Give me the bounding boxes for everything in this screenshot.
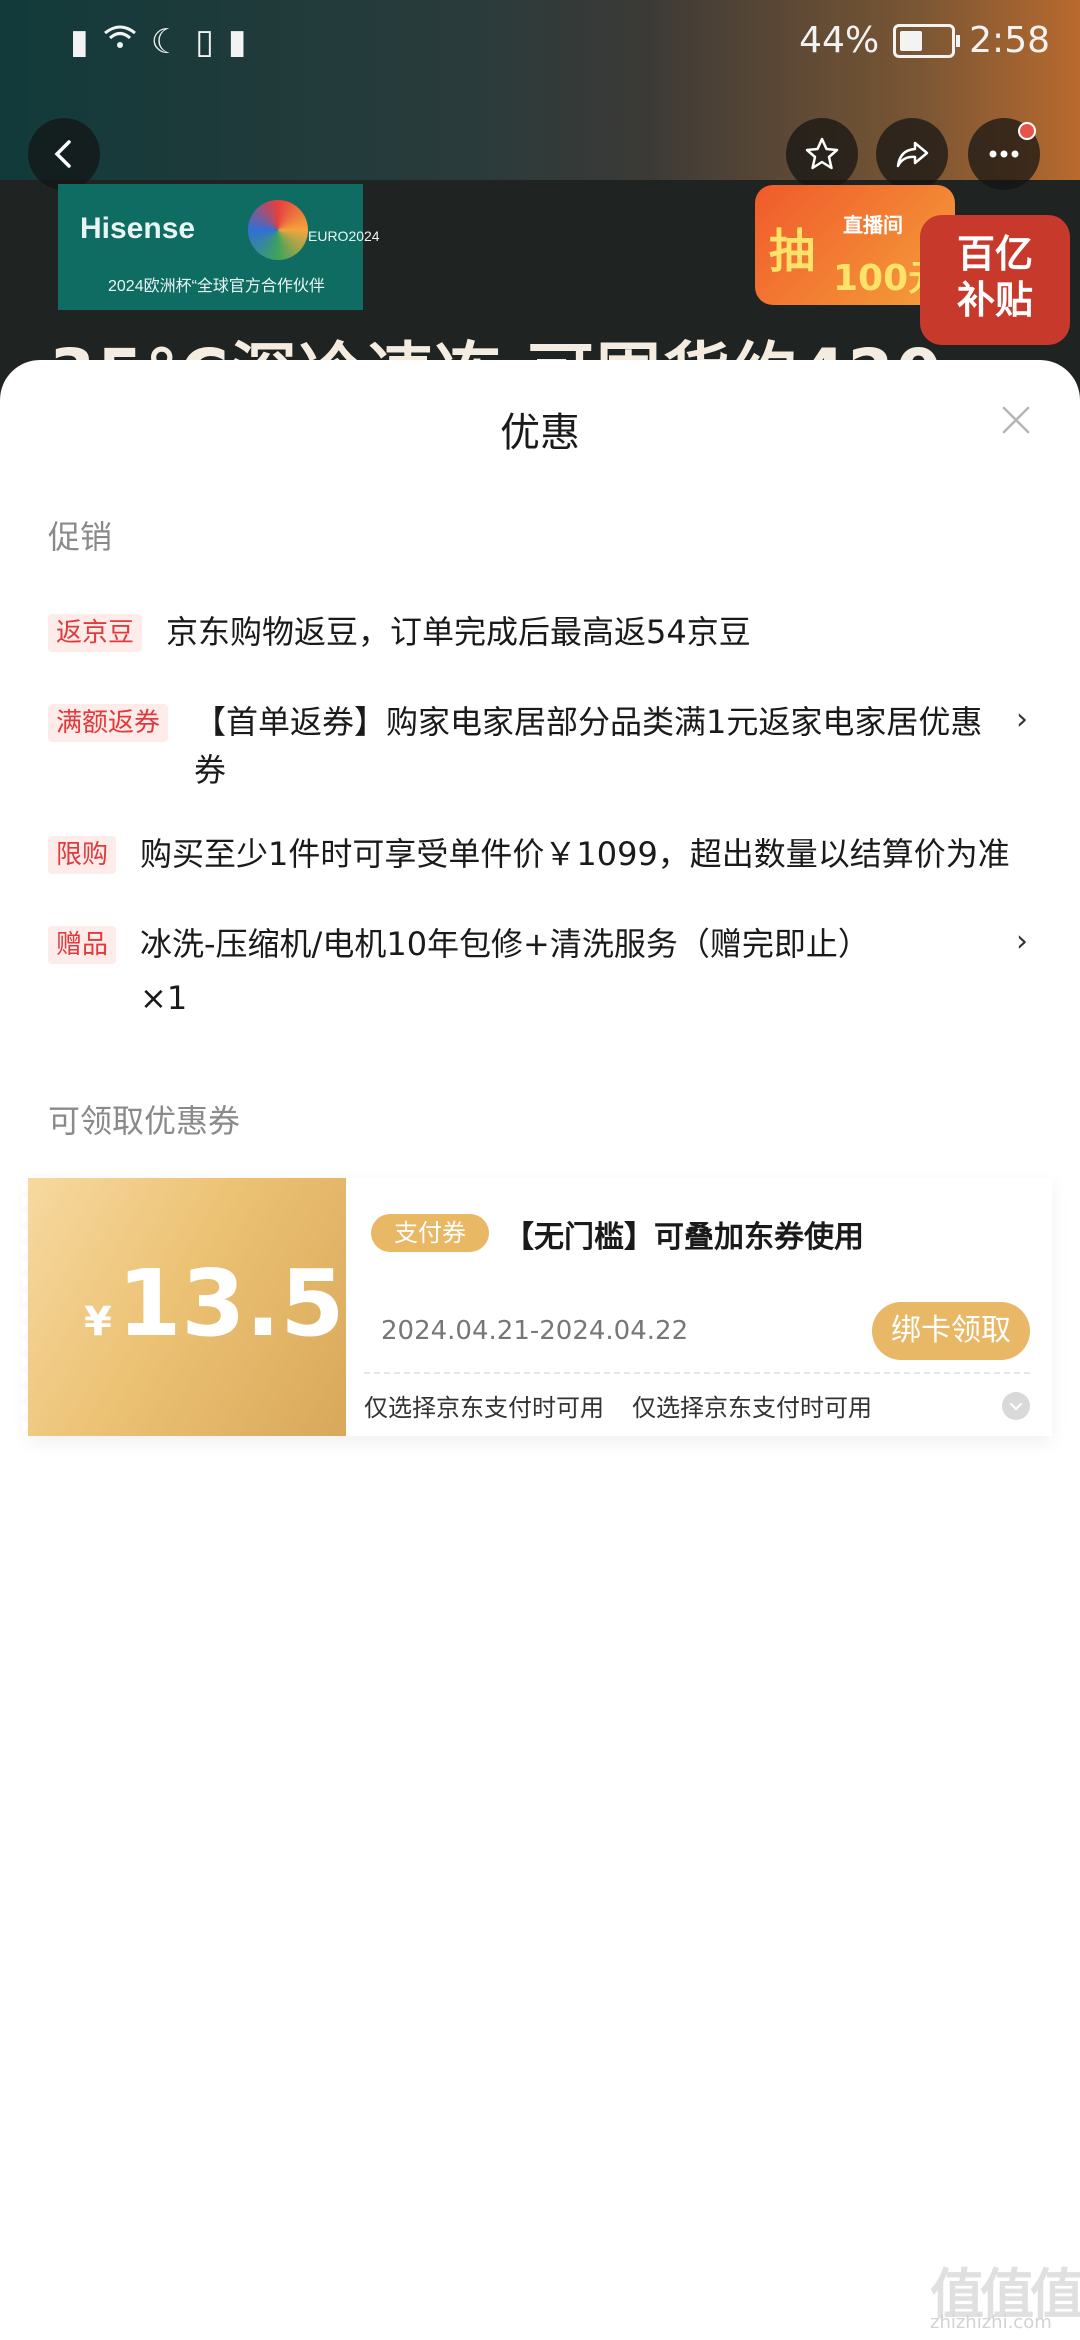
coupon-date-range: 2024.04.21-2024.04.22 xyxy=(381,1316,689,1346)
gift-quantity: ×1 xyxy=(140,979,188,1017)
share-icon xyxy=(896,141,929,168)
promo-row-gift[interactable]: 赠品 冰洗-压缩机/电机10年包修+清洗服务（赠完即止） ×1 › xyxy=(48,920,1038,1030)
brand-banner: Hisense EURO2024 2024欧洲杯“全球官方合作伙伴 xyxy=(58,184,380,310)
close-icon xyxy=(1002,406,1030,434)
vibrate-icon: ▯ xyxy=(195,22,214,62)
claim-coupon-button[interactable]: 绑卡领取 xyxy=(872,1302,1030,1360)
notification-icon: ▮ xyxy=(70,22,89,62)
coupon-note: 仅选择京东支付时可用 xyxy=(364,1394,604,1422)
promo-section-label: 促销 xyxy=(48,518,113,556)
chevron-right-icon: › xyxy=(1016,924,1028,959)
promo-text: 购买至少1件时可享受单件价￥1099，超出数量以结算价为准 xyxy=(140,835,1010,873)
promo-tag: 满额返券 xyxy=(48,704,169,742)
promotion-sheet: 优惠 促销 返京豆 京东购物返豆，订单完成后最高返54京豆 满额返券 【首单返券… xyxy=(0,360,1080,2340)
chevron-left-icon xyxy=(54,140,71,168)
moon-icon: ☾ xyxy=(150,22,182,62)
coupon-title: 【无门槛】可叠加东券使用 xyxy=(504,1220,864,1255)
more-button[interactable] xyxy=(968,118,1040,190)
promo-text: 冰洗-压缩机/电机10年包修+清洗服务（赠完即止） xyxy=(140,925,870,963)
clock: 2:58 xyxy=(969,20,1050,61)
coupon-note: 仅选择京东支付时可用 xyxy=(632,1394,872,1422)
lottery-sub-text: 直播间 xyxy=(843,213,903,237)
brand-subtitle: 2024欧洲杯“全球官方合作伙伴 xyxy=(108,278,325,295)
battery-icon xyxy=(893,23,961,58)
sheet-title: 优惠 xyxy=(500,410,580,456)
lottery-main-text: 抽 xyxy=(769,224,815,278)
coupon-amount-panel: ¥ 13.5 xyxy=(22,1178,346,1436)
watermark-url: zhizhizhi.com xyxy=(930,2312,1052,2333)
star-icon xyxy=(805,137,839,170)
promo-tag: 限购 xyxy=(48,836,117,874)
coupon-divider xyxy=(364,1372,1030,1374)
brand-name: Hisense xyxy=(80,212,196,245)
subsidy-line-1: 百亿 xyxy=(956,232,1033,276)
euro-text: EURO2024 xyxy=(308,228,380,244)
close-button[interactable] xyxy=(996,400,1036,440)
subsidy-line-2: 补贴 xyxy=(956,278,1033,322)
promo-text: 【首单返券】购家电家居部分品类满1元返家电家居优惠券 xyxy=(194,703,983,789)
back-button[interactable] xyxy=(28,118,100,190)
more-dots-icon xyxy=(989,150,1019,158)
favorite-button[interactable] xyxy=(786,118,858,190)
promo-row-coupon-return[interactable]: 满额返券 【首单返券】购家电家居部分品类满1元返家电家居优惠券 › xyxy=(48,698,1038,808)
battery-saver-icon: ▮ xyxy=(227,22,247,62)
promo-tag: 赠品 xyxy=(48,926,117,964)
promo-text: 京东购物返豆，订单完成后最高返54京豆 xyxy=(166,613,751,651)
coupon-value: 13.5 xyxy=(117,1250,345,1357)
promo-row-jingdou: 返京豆 京东购物返豆，订单完成后最高返54京豆 xyxy=(48,608,1038,664)
euro-logo xyxy=(248,200,308,260)
share-button[interactable] xyxy=(876,118,948,190)
coupon-currency: ¥ xyxy=(84,1299,112,1345)
notification-dot xyxy=(1018,122,1036,140)
expand-chevron-icon[interactable] xyxy=(1002,1392,1030,1420)
coupon-detail-panel: 支付券 【无门槛】可叠加东券使用 2024.04.21-2024.04.22 绑… xyxy=(346,1178,1052,1436)
status-bar: ▮ ☾ ▯ ▮ 44% 2:58 xyxy=(0,0,1080,90)
coupon-type-badge: 支付券 xyxy=(371,1214,489,1252)
promo-row-limit: 限购 购买至少1件时可享受单件价￥1099，超出数量以结算价为准 xyxy=(48,830,1038,886)
battery-percent: 44% xyxy=(799,20,880,61)
wifi-icon xyxy=(103,22,137,62)
coupon-card: ¥ 13.5 支付券 【无门槛】可叠加东券使用 2024.04.21-2024.… xyxy=(22,1178,1052,1436)
status-icons: ▮ ☾ ▯ ▮ xyxy=(70,22,247,62)
promo-tag: 返京豆 xyxy=(48,614,143,652)
chevron-right-icon: › xyxy=(1016,702,1028,737)
coupon-amount: ¥ 13.5 xyxy=(84,1250,344,1357)
coupon-section-label: 可领取优惠券 xyxy=(48,1102,241,1140)
